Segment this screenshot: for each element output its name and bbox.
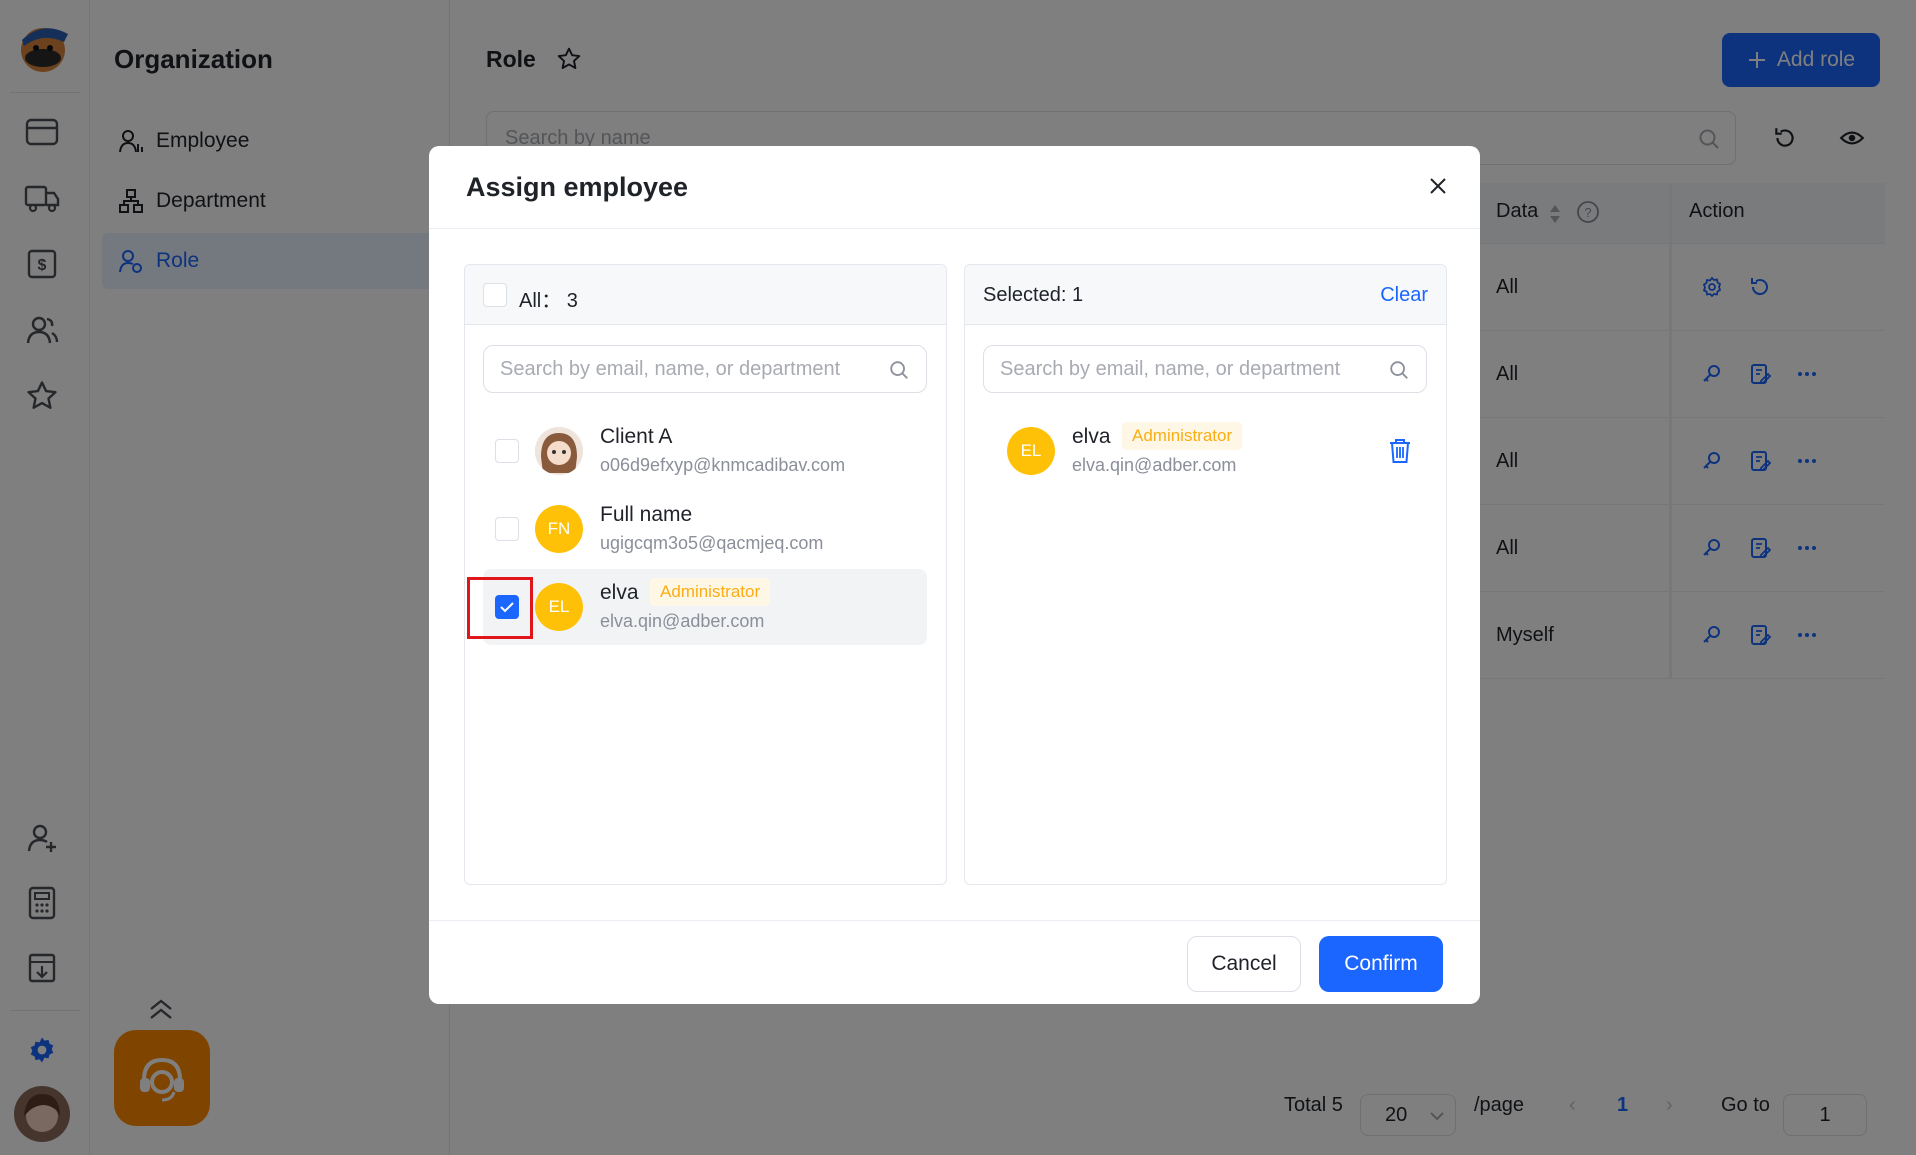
highlight-box [467,577,533,639]
selected-list-panel: Selected: 1 Clear Search by email, name,… [964,264,1447,885]
assign-employee-dialog: Assign employee All： 3 Search by email, … [429,146,1480,1004]
search-icon [890,361,908,379]
dialog-title: Assign employee [466,172,689,202]
panel-header: All： 3 [465,265,946,325]
panel-header: Selected: 1 Clear [965,265,1446,325]
cancel-button[interactable]: Cancel [1187,936,1301,992]
employee-search-input[interactable]: Search by email, name, or department [483,345,927,393]
employee-avatar: FN [535,505,583,553]
confirm-button[interactable]: Confirm [1319,936,1443,992]
select-all-checkbox[interactable] [483,283,507,307]
search-placeholder: Search by email, name, or department [1000,357,1341,380]
list-item[interactable]: EL elva Administrator elva.qin@adber.com [483,569,927,645]
list-item[interactable]: FN Full name ugigcqm3o5@qacmjeq.com [483,491,927,567]
selected-search-input[interactable]: Search by email, name, or department [983,345,1427,393]
role-badge: Administrator [650,578,771,606]
employee-checkbox[interactable] [495,517,519,541]
search-icon [1390,361,1408,379]
close-icon[interactable] [1424,172,1452,200]
employee-email: elva.qin@adber.com [1072,455,1237,475]
employee-list-panel: All： 3 Search by email, name, or departm… [464,264,947,885]
role-badge: Administrator [1122,422,1243,450]
employee-name: elva [1072,425,1111,448]
employee-avatar: EL [1007,427,1055,475]
search-placeholder: Search by email, name, or department [500,357,841,380]
employee-avatar [535,427,583,475]
selected-list-item: EL elva Administrator elva.qin@adber.com [983,413,1427,489]
selected-count-label: Selected: 1 [983,284,1084,306]
employee-avatar: EL [535,583,583,631]
employee-checkbox[interactable] [495,439,519,463]
dialog-divider [429,228,1480,229]
employee-name: Client A [600,425,673,448]
employee-email: ugigcqm3o5@qacmjeq.com [600,533,824,553]
clear-button[interactable]: Clear [1380,284,1428,307]
list-item[interactable]: Client A o06d9efxyp@knmcadibav.com [483,413,927,489]
employee-email: elva.qin@adber.com [600,611,765,631]
all-count-label: All： 3 [519,290,578,312]
trash-icon[interactable] [1387,437,1413,470]
employee-name: elva [600,581,639,604]
employee-name: Full name [600,503,693,526]
employee-email: o06d9efxyp@knmcadibav.com [600,455,846,475]
dialog-divider [429,920,1480,921]
